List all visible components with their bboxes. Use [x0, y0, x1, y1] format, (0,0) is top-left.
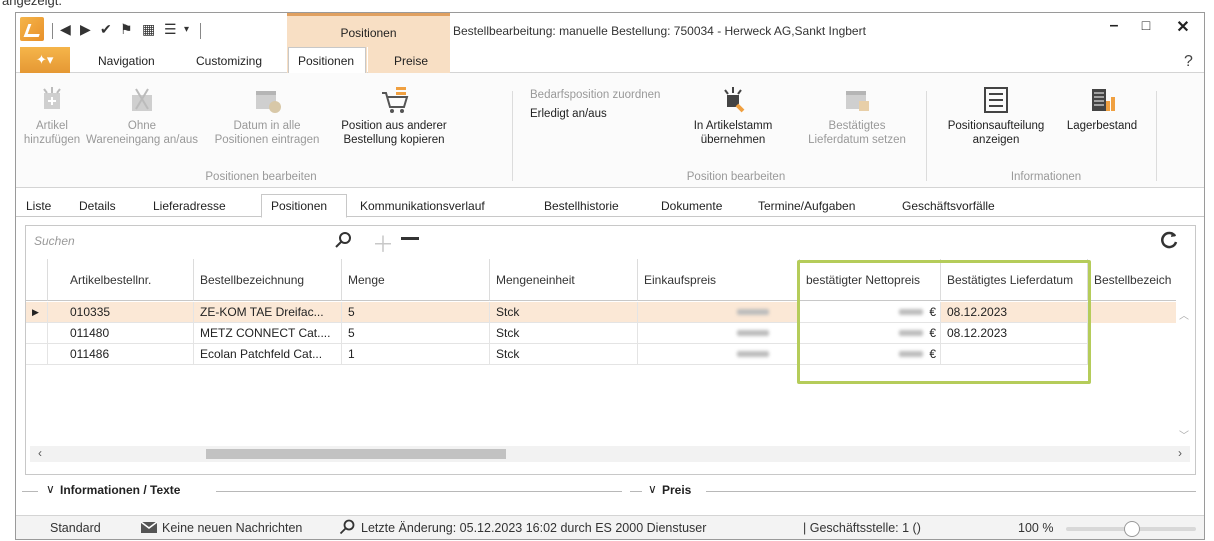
add-row-icon[interactable]: ＋ [372, 227, 394, 259]
positionsaufteilung-button[interactable]: Positionsaufteilung anzeigen [934, 85, 1058, 147]
menu-navigation[interactable]: Navigation [98, 54, 155, 68]
mail-icon [140, 520, 158, 537]
tab-termine-aufgaben[interactable]: Termine/Aufgaben [758, 199, 855, 213]
context-tab-positionen: Positionen [287, 13, 450, 47]
flag-icon[interactable]: ⚑ [120, 21, 133, 38]
forward-icon[interactable]: ▶ [80, 21, 91, 38]
maximize-button[interactable]: □ [1131, 17, 1161, 39]
bestaetigtes-lieferdatum-button[interactable]: Bestätigtes Lieferdatum setzen [792, 85, 922, 147]
lagerbestand-button[interactable]: Lagerbestand [1060, 85, 1144, 133]
list-view-icon [980, 85, 1012, 115]
check-icon[interactable]: ✔ [100, 21, 112, 38]
menu-positionen[interactable]: Positionen [298, 54, 354, 68]
status-zoom: 100 % [1018, 521, 1054, 535]
datum-in-alle-button[interactable]: Datum in alle Positionen eintragen [204, 85, 330, 147]
table-row[interactable]: 011480 [48, 323, 194, 344]
close-button[interactable]: ✕ [1168, 17, 1198, 39]
tab-bestellhistorie[interactable]: Bestellhistorie [544, 199, 619, 213]
menu-row [16, 47, 1204, 73]
menu-customizing[interactable]: Customizing [196, 54, 262, 68]
quick-access-dropdown-icon[interactable]: ▾ [184, 24, 189, 35]
ohne-wareneingang-button[interactable]: Ohne Wareneingang an/aus [82, 85, 202, 147]
search-icon[interactable] [334, 231, 352, 254]
vertical-scrollbar[interactable] [1176, 303, 1192, 443]
tab-dokumente[interactable]: Dokumente [661, 199, 722, 213]
col-mengeneinheit[interactable]: Mengeneinheit [490, 259, 638, 301]
horizontal-scrollbar[interactable] [30, 446, 1190, 462]
in-artikelstamm-button[interactable]: In Artikelstamm übernehmen [676, 85, 790, 147]
help-button[interactable]: ? [1184, 53, 1193, 71]
col-menge[interactable]: Menge [342, 259, 490, 301]
status-standard: Standard [50, 521, 101, 535]
search-icon[interactable] [339, 519, 355, 538]
position-kopieren-button[interactable]: Position aus anderer Bestellung kopieren [332, 85, 456, 147]
calendar-date-icon [251, 85, 283, 115]
col-artikelbestellnr[interactable]: Artikelbestellnr. [48, 259, 194, 301]
list-icon[interactable]: ☰ [164, 21, 177, 38]
erledigt-toggle[interactable]: Erledigt an/aus [530, 108, 607, 120]
horizontal-scroll-thumb[interactable] [206, 449, 506, 459]
tab-details[interactable]: Details [79, 199, 116, 213]
scroll-left-icon[interactable]: ‹ [38, 446, 42, 460]
scroll-down-icon[interactable]: ﹀ [1179, 427, 1189, 442]
inventory-stack-icon [1086, 85, 1118, 115]
add-article-icon [36, 85, 68, 115]
group-label-positionen-bearbeiten: Positionen bearbeiten [205, 171, 317, 183]
article-master-icon [717, 85, 749, 115]
menu-preise[interactable]: Preise [394, 54, 428, 68]
status-geschaeftsstelle: | Geschäftsstelle: 1 () [803, 521, 921, 535]
app-menu-icon: ✦▾ [36, 52, 54, 67]
minimize-button[interactable]: – [1099, 17, 1129, 39]
search-input[interactable]: Suchen [34, 234, 75, 248]
group-label-position-bearbeiten: Position bearbeiten [686, 171, 786, 183]
scroll-up-icon[interactable]: ︿ [1179, 307, 1189, 322]
redacted-value [638, 323, 800, 344]
row-indicator-icon: ▶ [26, 302, 48, 323]
tab-geschaeftsvorfaelle[interactable]: Geschäftsvorfälle [902, 199, 995, 213]
zoom-slider-thumb[interactable] [1124, 521, 1140, 537]
redacted-value [638, 344, 800, 365]
scroll-right-icon[interactable]: › [1178, 446, 1182, 460]
window-title: Bestellbearbeitung: manuelle Bestellung:… [453, 24, 866, 38]
calendar-icon[interactable]: ▦ [142, 21, 155, 38]
app-menu-button[interactable]: ✦▾ [20, 47, 70, 73]
group-label-informationen: Informationen [1010, 171, 1082, 183]
status-nachrichten[interactable]: Keine neuen Nachrichten [162, 521, 302, 535]
artikel-hinzufuegen-button[interactable]: Artikel hinzufügen [20, 85, 84, 147]
tab-positionen[interactable]: Positionen [271, 199, 327, 213]
table-row[interactable]: 011486 [48, 344, 194, 365]
highlight-frame [797, 260, 1091, 384]
redacted-value [638, 302, 800, 323]
col-einkaufspreis[interactable]: Einkaufspreis [638, 259, 800, 301]
back-icon[interactable]: ◀ [60, 21, 71, 38]
shopping-cart-icon [378, 85, 410, 115]
tab-kommunikationsverlauf[interactable]: Kommunikationsverlauf [360, 199, 485, 213]
top-fragment-text: angezeigt. [2, 0, 62, 8]
chevron-down-icon[interactable]: ∨ [648, 482, 657, 496]
goods-receipt-icon [126, 85, 158, 115]
delivery-calendar-icon [841, 85, 873, 115]
col-bestellbezeichnung[interactable]: Bestellbezeichnung [194, 259, 342, 301]
chevron-down-icon[interactable]: ∨ [46, 482, 55, 496]
order-window: ◀ ▶ ✔ ⚑ ▦ ☰ ▾ Positionen Bestellbearbeit… [15, 12, 1205, 540]
app-logo-icon [20, 17, 44, 41]
section-informationen-texte[interactable]: Informationen / Texte [60, 483, 180, 497]
tab-liste[interactable]: Liste [26, 199, 51, 213]
refresh-icon[interactable] [1161, 231, 1179, 252]
section-preis[interactable]: Preis [662, 483, 691, 497]
remove-row-icon[interactable] [401, 237, 419, 240]
status-letzte-aenderung: Letzte Änderung: 05.12.2023 16:02 durch … [361, 521, 707, 535]
bedarfsposition-button[interactable]: Bedarfsposition zuordnen [530, 89, 660, 101]
tab-lieferadresse[interactable]: Lieferadresse [153, 199, 226, 213]
col-bestellbezeichnung-2[interactable]: Bestellbezeich [1088, 259, 1176, 301]
